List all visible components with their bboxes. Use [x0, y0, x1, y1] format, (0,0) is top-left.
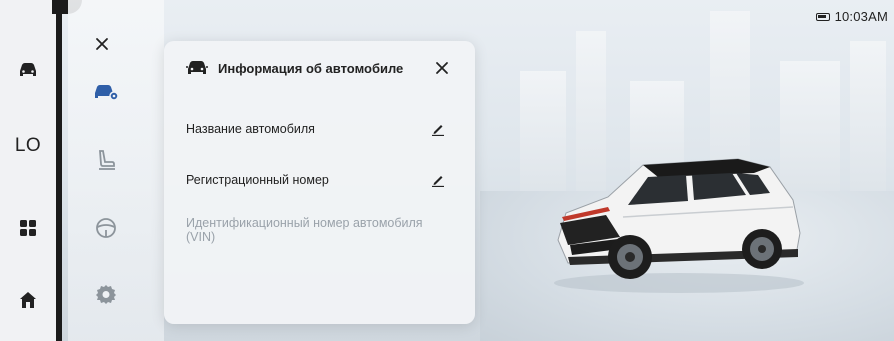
- seat-icon: [99, 150, 115, 170]
- vin-label: Идентификационный номер автомобиля (VIN): [186, 216, 423, 244]
- edit-registration-number-button[interactable]: [429, 171, 447, 189]
- close-icon: [96, 38, 108, 50]
- car-image: [554, 158, 804, 293]
- dialog-close-button[interactable]: [431, 57, 453, 79]
- car-settings-screen: 10:03AM LO Информация об автомобиле Назв…: [0, 0, 894, 341]
- rail-apps-button[interactable]: [0, 208, 56, 248]
- registration-number-label: Регистрационный номер: [186, 173, 329, 187]
- close-icon: [436, 62, 448, 74]
- pencil-icon: [432, 176, 444, 187]
- settings-menu: [68, 0, 164, 341]
- dialog-header: Информация об автомобиле: [186, 55, 459, 81]
- menu-settings[interactable]: [84, 274, 128, 314]
- dialog-title: Информация об автомобиле: [218, 60, 404, 76]
- steering-wheel-icon: [96, 218, 116, 238]
- vehicle-name-label: Название автомобиля: [186, 122, 315, 136]
- registration-number-row[interactable]: Регистрационный номер: [186, 166, 447, 194]
- vin-row: Идентификационный номер автомобиля (VIN): [186, 216, 447, 244]
- vehicle-name-row[interactable]: Название автомобиля: [186, 115, 447, 143]
- rail-car-button[interactable]: [0, 50, 56, 90]
- close-settings-button[interactable]: [80, 24, 124, 64]
- menu-steering[interactable]: [84, 208, 128, 248]
- rail-home-button[interactable]: [0, 280, 56, 320]
- gear-icon: [96, 285, 116, 304]
- menu-vehicle-info[interactable]: [84, 72, 128, 112]
- edit-vehicle-name-button[interactable]: [429, 120, 447, 138]
- clock: 10:03AM: [834, 9, 888, 24]
- left-rail: LO: [0, 0, 82, 341]
- pencil-icon: [432, 125, 444, 136]
- rail-lo-button[interactable]: LO: [0, 126, 56, 166]
- home-icon: [20, 292, 36, 308]
- battery-icon: [815, 12, 830, 21]
- apps-grid-icon: [20, 220, 36, 236]
- rail-lo-label: LO: [14, 135, 42, 156]
- vehicle-info-dialog: Информация об автомобиле Название автомо…: [164, 41, 475, 324]
- menu-seat[interactable]: [84, 140, 128, 180]
- car-icon: [186, 61, 208, 74]
- car-settings-icon: [95, 85, 119, 101]
- status-bar: 10:03AM: [815, 9, 888, 24]
- car-icon: [20, 63, 36, 76]
